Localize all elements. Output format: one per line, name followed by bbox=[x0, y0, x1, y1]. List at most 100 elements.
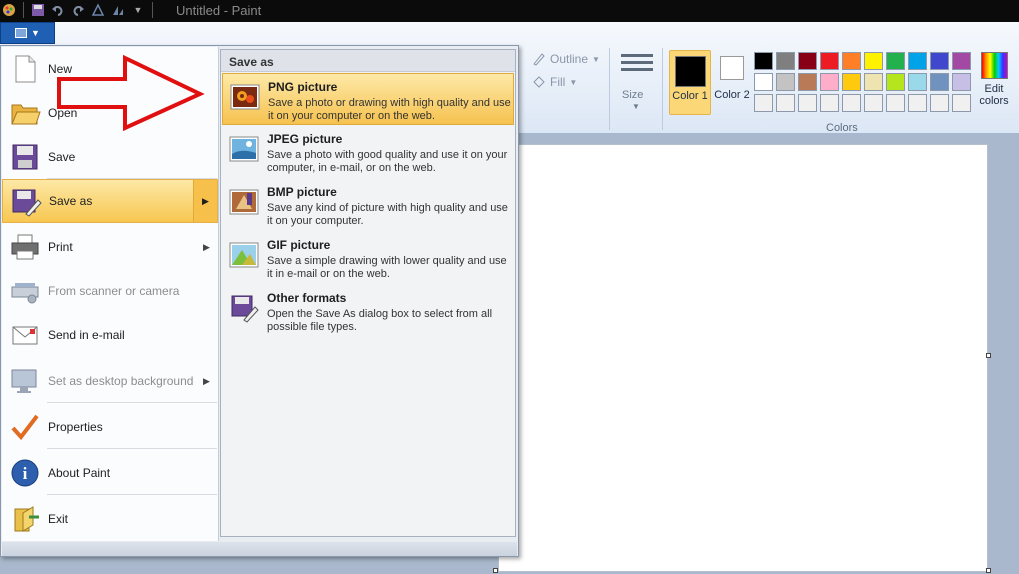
palette-swatch[interactable] bbox=[864, 94, 883, 112]
menu-item-save-as[interactable]: Save as ▶ bbox=[2, 179, 218, 223]
undo-icon[interactable] bbox=[49, 2, 67, 18]
palette-swatch[interactable] bbox=[930, 94, 949, 112]
outline-button[interactable]: Outline ▼ bbox=[532, 52, 600, 66]
palette-swatch[interactable] bbox=[952, 73, 971, 91]
checkmark-icon bbox=[11, 414, 39, 441]
paint-app-icon[interactable] bbox=[0, 2, 18, 18]
png-picture-icon bbox=[230, 84, 260, 110]
palette-swatch[interactable] bbox=[798, 73, 817, 91]
jpeg-picture-icon bbox=[229, 136, 259, 162]
palette-swatch[interactable] bbox=[820, 73, 839, 91]
palette-swatch[interactable] bbox=[776, 73, 795, 91]
palette-swatch[interactable] bbox=[820, 94, 839, 112]
palette-swatch[interactable] bbox=[798, 94, 817, 112]
color1-label: Color 1 bbox=[672, 90, 708, 102]
option-title: Other formats bbox=[267, 291, 347, 305]
palette-swatch[interactable] bbox=[908, 73, 927, 91]
menu-item-exit[interactable]: Exit bbox=[2, 497, 218, 541]
submenu-arrow-icon: ▶ bbox=[203, 241, 210, 252]
save-as-bmp-option[interactable]: BMP picture Save any kind of picture wit… bbox=[222, 179, 514, 231]
palette-swatch[interactable] bbox=[886, 94, 905, 112]
resize-handle-right[interactable] bbox=[986, 353, 991, 358]
color-palette bbox=[754, 52, 971, 112]
menu-item-from-scanner: From scanner or camera bbox=[2, 269, 218, 313]
menu-item-label: Properties bbox=[48, 420, 103, 434]
palette-swatch[interactable] bbox=[820, 52, 839, 70]
color-wheel-icon bbox=[980, 52, 1008, 79]
size-lines-icon bbox=[621, 54, 653, 80]
color1-swatch bbox=[675, 56, 706, 87]
email-icon bbox=[12, 326, 38, 345]
color2-button[interactable]: Color 2 bbox=[714, 50, 750, 115]
save-as-jpeg-option[interactable]: JPEG picture Save a photo with good qual… bbox=[222, 126, 514, 178]
window-title: Untitled - Paint bbox=[176, 3, 262, 18]
palette-swatch[interactable] bbox=[754, 52, 773, 70]
palette-swatch[interactable] bbox=[930, 73, 949, 91]
menu-item-send-email[interactable]: Send in e-mail bbox=[2, 313, 218, 357]
submenu-header: Save as bbox=[221, 50, 515, 72]
option-title: PNG picture bbox=[268, 80, 338, 94]
edit-colors-label: Edit colors bbox=[979, 83, 1009, 107]
drawing-canvas[interactable] bbox=[498, 144, 988, 572]
save-as-icon bbox=[12, 189, 42, 217]
fill-icon bbox=[533, 76, 545, 88]
edit-colors-button[interactable]: Edit colors bbox=[976, 52, 1012, 107]
option-description: Save a photo with good quality and use i… bbox=[267, 149, 508, 174]
save-as-gif-option[interactable]: GIF picture Save a simple drawing with l… bbox=[222, 232, 514, 284]
redo-icon[interactable] bbox=[69, 2, 87, 18]
save-as-submenu: Save as PNG picture Save a photo or draw… bbox=[220, 49, 516, 537]
color2-label: Color 2 bbox=[714, 89, 750, 101]
palette-swatch[interactable] bbox=[776, 94, 795, 112]
palette-swatch[interactable] bbox=[886, 52, 905, 70]
palette-swatch[interactable] bbox=[842, 94, 861, 112]
color1-button[interactable]: Color 1 bbox=[669, 50, 711, 115]
quick-save-icon[interactable] bbox=[29, 2, 47, 18]
menu-item-save[interactable]: Save bbox=[2, 135, 218, 179]
save-as-other-formats-option[interactable]: Other formats Open the Save As dialog bo… bbox=[222, 285, 514, 337]
palette-swatch[interactable] bbox=[842, 73, 861, 91]
palette-swatch[interactable] bbox=[908, 94, 927, 112]
resize-handle-bottom[interactable] bbox=[493, 568, 498, 573]
bmp-picture-icon bbox=[229, 189, 259, 215]
svg-text:i: i bbox=[23, 464, 28, 483]
colors-group-label: Colors bbox=[826, 122, 858, 134]
paint-menu-icon bbox=[15, 28, 28, 38]
palette-swatch[interactable] bbox=[930, 52, 949, 70]
fill-label: Fill bbox=[550, 75, 566, 89]
palette-swatch[interactable] bbox=[842, 52, 861, 70]
palette-swatch[interactable] bbox=[908, 52, 927, 70]
palette-swatch[interactable] bbox=[952, 52, 971, 70]
size-label: Size bbox=[622, 89, 644, 101]
menu-footer bbox=[2, 542, 517, 556]
menu-item-label: Save bbox=[48, 150, 76, 164]
palette-swatch[interactable] bbox=[754, 73, 773, 91]
option-description: Save any kind of picture with high quali… bbox=[267, 202, 508, 227]
palette-swatch[interactable] bbox=[886, 73, 905, 91]
palette-swatch[interactable] bbox=[864, 73, 883, 91]
quick-access-toolbar: ▼ bbox=[0, 2, 156, 18]
customize-toolbar-icon[interactable]: ▼ bbox=[129, 2, 147, 18]
new-document-icon bbox=[15, 55, 36, 83]
option-description: Save a photo or drawing with high qualit… bbox=[268, 97, 511, 122]
gif-picture-icon bbox=[229, 242, 259, 268]
submenu-arrow-icon: ▶ bbox=[193, 180, 217, 222]
palette-swatch[interactable] bbox=[798, 52, 817, 70]
menu-item-label: Print bbox=[48, 240, 73, 254]
rotate-icon[interactable] bbox=[89, 2, 107, 18]
fill-button[interactable]: Fill ▼ bbox=[532, 75, 577, 89]
palette-swatch[interactable] bbox=[754, 94, 773, 112]
resize-handle-corner[interactable] bbox=[986, 568, 991, 573]
chevron-down-icon: ▼ bbox=[31, 28, 40, 38]
option-description: Save a simple drawing with lower quality… bbox=[267, 255, 507, 280]
palette-swatch[interactable] bbox=[952, 94, 971, 112]
menu-item-label: Send in e-mail bbox=[48, 328, 125, 342]
palette-swatch[interactable] bbox=[776, 52, 795, 70]
flip-icon[interactable] bbox=[109, 2, 127, 18]
submenu-arrow-icon: ▶ bbox=[203, 375, 210, 386]
menu-item-properties[interactable]: Properties bbox=[2, 405, 218, 449]
menu-item-about-paint[interactable]: i About Paint bbox=[2, 451, 218, 495]
save-as-png-option[interactable]: PNG picture Save a photo or drawing with… bbox=[222, 73, 514, 125]
palette-swatch[interactable] bbox=[864, 52, 883, 70]
paint-menu-button[interactable]: ▼ bbox=[0, 22, 55, 44]
menu-item-print[interactable]: Print ▶ bbox=[2, 225, 218, 269]
